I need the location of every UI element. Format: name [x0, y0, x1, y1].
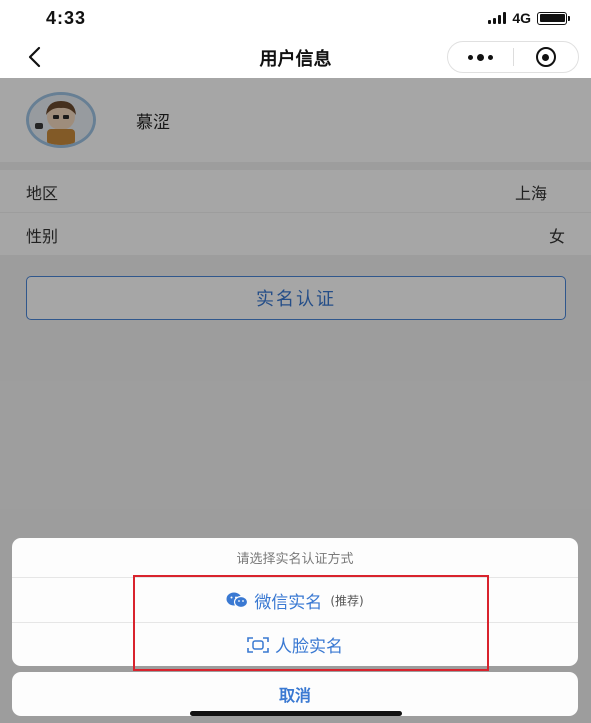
recommended-note: (推荐) — [330, 593, 364, 608]
nav-bar: 用户信息 — [0, 36, 591, 78]
home-indicator — [190, 711, 402, 716]
face-scan-icon — [247, 636, 269, 653]
wechat-icon — [226, 592, 249, 608]
face-verify-option[interactable]: 人脸实名 — [12, 622, 578, 666]
cancel-button[interactable]: 取消 — [12, 672, 578, 716]
battery-icon — [537, 11, 570, 25]
more-dots-icon[interactable] — [448, 42, 513, 72]
close-mini-program-button[interactable] — [514, 42, 578, 72]
wechat-verify-label: 微信实名 — [254, 592, 323, 613]
action-sheet-title: 请选择实名认证方式 — [12, 538, 578, 578]
mini-program-capsule — [447, 41, 579, 73]
status-bar: 4:33 4G — [0, 0, 591, 36]
target-circle-icon — [535, 47, 556, 67]
network-type: 4G — [512, 10, 531, 26]
status-time: 4:33 — [46, 8, 87, 28]
signal-icon — [488, 12, 507, 24]
status-indicators: 4G — [488, 10, 570, 26]
action-sheet: 请选择实名认证方式 微信实名 (推荐) 人脸实名 — [12, 538, 578, 666]
wechat-verify-option[interactable]: 微信实名 (推荐) — [12, 578, 578, 622]
face-verify-label: 人脸实名 — [275, 637, 343, 657]
